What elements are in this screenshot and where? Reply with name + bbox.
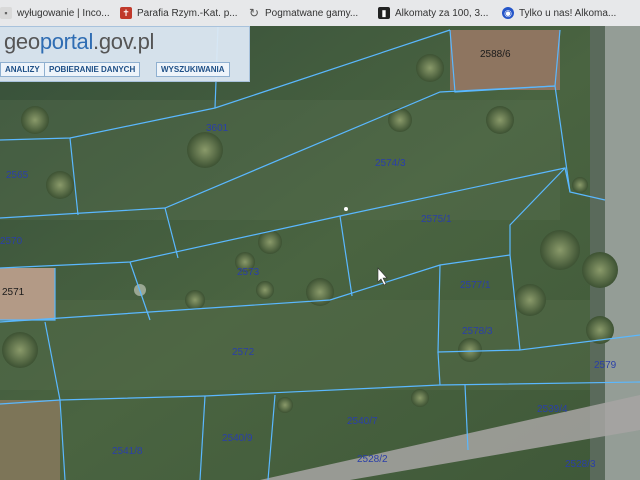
parcel-label[interactable]: 2578/3 <box>462 326 493 337</box>
parcel-label[interactable]: 2540/7 <box>347 416 378 427</box>
bare-plot <box>450 30 560 90</box>
map-view[interactable]: 2588/6 3601 2574/3 2575/1 2565 2570 2573… <box>0 26 640 480</box>
tab-label: Pogmatwane gamy... <box>265 7 359 19</box>
tab-label: Alkomaty za 100, 3... <box>395 7 489 19</box>
browser-tab[interactable]: ◉ Tylko u nas! Alkoma... <box>502 3 616 23</box>
browser-tab-bar: ▪ wyługowanie | Inco... ✝ Parafia Rzym.-… <box>0 0 640 27</box>
tab-label: Tylko u nas! Alkoma... <box>519 7 617 19</box>
parcel-label[interactable]: 2588/6 <box>480 49 511 60</box>
parcel-label[interactable]: 2573 <box>237 267 260 278</box>
geoportal-header: geoportal.gov.pl ANALIZY POBIERANIE DANY… <box>0 26 250 82</box>
tab-label: Parafia Rzym.-Kat. p... <box>137 7 238 19</box>
parcel-label[interactable]: 2541/8 <box>112 446 143 457</box>
parcel-label[interactable]: 2528/2 <box>357 454 388 465</box>
parcel-label[interactable]: 2528/3 <box>565 459 596 470</box>
bare-plot <box>0 400 60 480</box>
reload-icon: ↻ <box>248 6 260 20</box>
document-icon: ▪ <box>0 7 12 19</box>
browser-tab[interactable]: ▪ wyługowanie | Inco... <box>0 3 110 23</box>
logo-prefix: geo <box>4 29 40 54</box>
parcel-label[interactable]: 2575/1 <box>421 214 452 225</box>
parcel-label[interactable]: 2565 <box>6 170 29 181</box>
browser-tab[interactable]: ▮ Alkomaty za 100, 3... <box>378 3 488 23</box>
site-logo[interactable]: geoportal.gov.pl <box>4 29 154 55</box>
tab-label: wyługowanie | Inco... <box>17 7 110 19</box>
parcel-label[interactable]: 2574/3 <box>375 158 406 169</box>
parcel-label[interactable]: 2539/4 <box>537 404 568 415</box>
parcel-label[interactable]: 2570 <box>0 236 23 247</box>
analyses-button[interactable]: ANALIZY <box>0 62 45 77</box>
bookmark-icon: ▮ <box>378 7 390 19</box>
browser-tab[interactable]: ✝ Parafia Rzym.-Kat. p... <box>120 3 238 23</box>
data-download-button[interactable]: POBIERANIE DANYCH <box>44 62 141 77</box>
parcel-label[interactable]: 2579 <box>594 360 617 371</box>
search-button[interactable]: WYSZUKIWANIA <box>156 62 230 77</box>
parcel-map[interactable]: 2588/6 3601 2574/3 2575/1 2565 2570 2573… <box>0 26 640 480</box>
parcel-label[interactable]: 3601 <box>206 123 229 134</box>
parcel-label[interactable]: 2572 <box>232 347 255 358</box>
logo-brand: portal <box>39 29 94 54</box>
church-icon: ✝ <box>120 7 132 19</box>
parcel-label[interactable]: 2571 <box>2 287 25 298</box>
browser-tab[interactable]: ↻ Pogmatwane gamy... <box>248 3 358 23</box>
parcel-label[interactable]: 2540/9 <box>222 433 253 444</box>
logo-suffix: .gov.pl <box>93 29 155 54</box>
point-marker <box>344 207 348 211</box>
parcel-label[interactable]: 2577/1 <box>460 280 491 291</box>
globe-icon: ◉ <box>502 7 514 19</box>
field-area <box>0 300 640 390</box>
